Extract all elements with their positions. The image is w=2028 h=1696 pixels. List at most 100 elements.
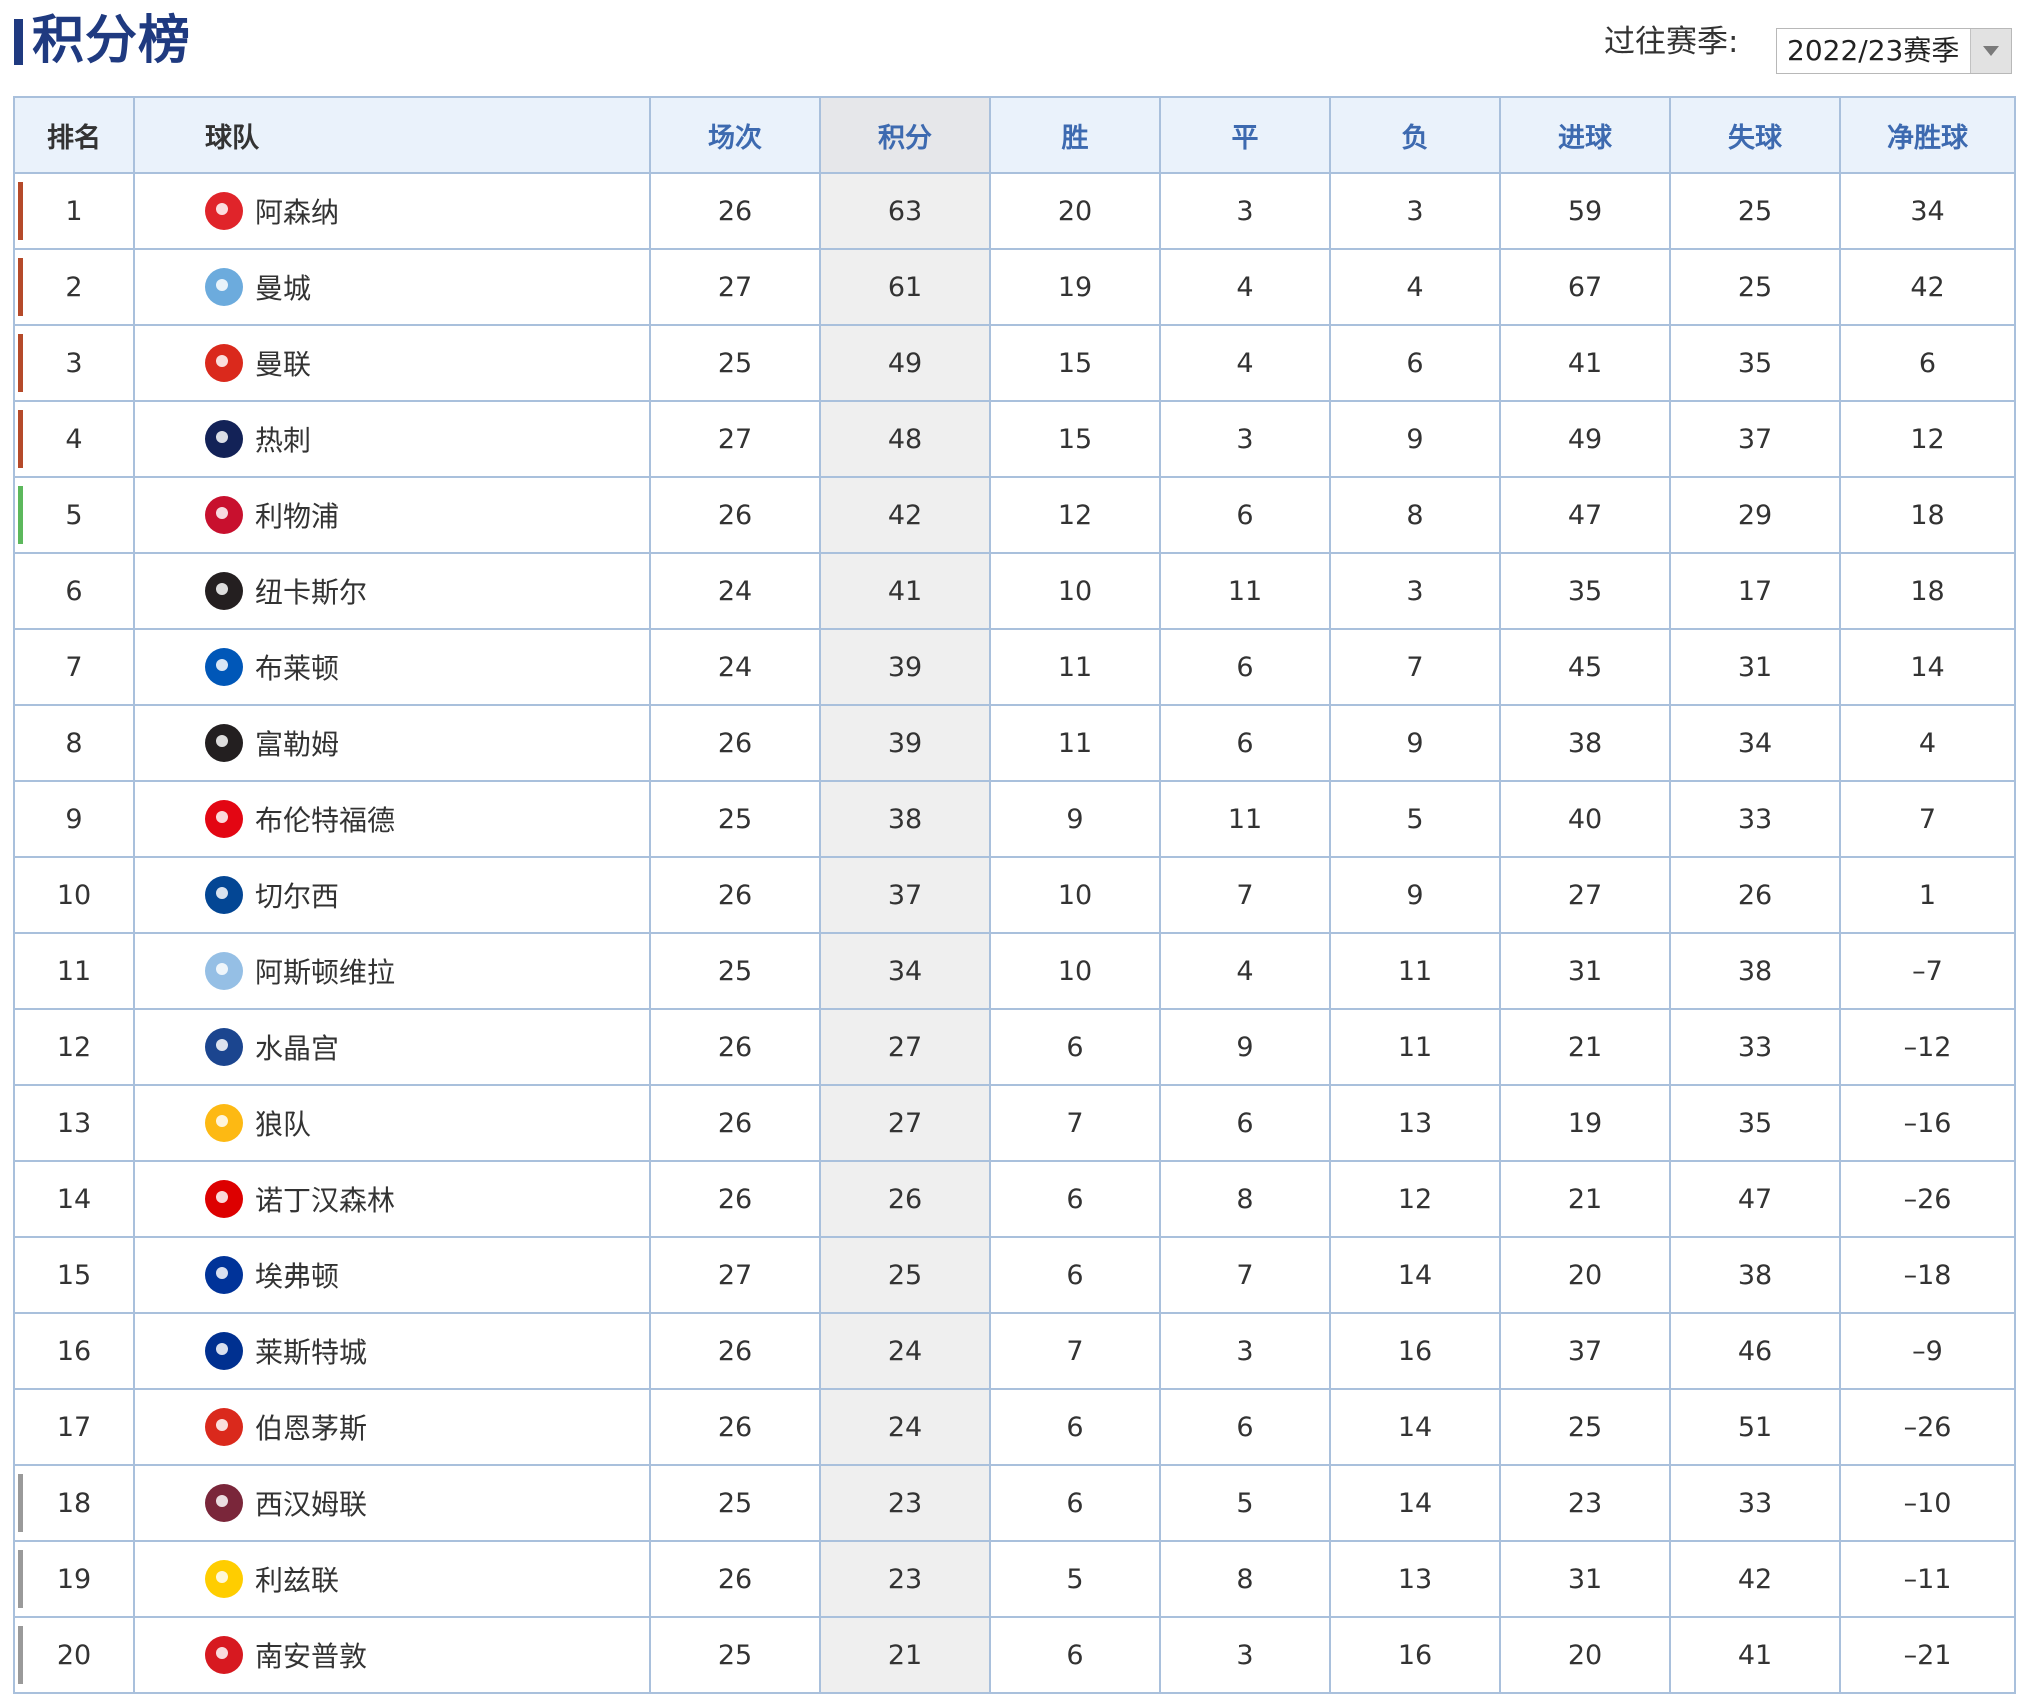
table-row: 1 阿森纳 26 63 20 3 3 59 25 34	[13, 172, 2016, 250]
cell-team[interactable]: 布莱顿	[133, 628, 651, 706]
cell-played: 25	[649, 1464, 821, 1542]
cell-played: 26	[649, 172, 821, 250]
cell-drawn: 9	[1159, 1008, 1331, 1086]
team-name[interactable]: 热刺	[255, 424, 311, 457]
cell-drawn: 5	[1159, 1464, 1331, 1542]
cell-won: 7	[989, 1312, 1161, 1390]
cell-team[interactable]: 莱斯特城	[133, 1312, 651, 1390]
cell-goal-difference: 18	[1839, 476, 2016, 554]
cell-team[interactable]: 曼城	[133, 248, 651, 326]
aston-villa-crest-icon	[205, 952, 243, 990]
team-name[interactable]: 利物浦	[255, 500, 339, 533]
cell-lost: 5	[1329, 780, 1501, 858]
rank-value: 19	[56, 1563, 92, 1595]
col-header-goals-for: 进球	[1499, 96, 1671, 174]
wolves-crest-icon	[205, 1104, 243, 1142]
rank-value: 8	[65, 727, 83, 759]
cell-goals-for: 20	[1499, 1616, 1671, 1694]
col-header-team: 球队	[133, 96, 651, 174]
team-name[interactable]: 狼队	[255, 1108, 311, 1141]
southampton-crest-icon	[205, 1636, 243, 1674]
team-name[interactable]: 阿森纳	[255, 196, 339, 229]
cell-goals-against: 31	[1669, 628, 1841, 706]
cell-team[interactable]: 水晶宫	[133, 1008, 651, 1086]
cell-team[interactable]: 富勒姆	[133, 704, 651, 782]
col-header-goal-difference: 净胜球	[1839, 96, 2016, 174]
cell-goal-difference: –11	[1839, 1540, 2016, 1618]
cell-rank: 17	[13, 1388, 135, 1466]
everton-crest-icon	[205, 1256, 243, 1294]
team-name[interactable]: 富勒姆	[255, 728, 339, 761]
cell-lost: 4	[1329, 248, 1501, 326]
team-name[interactable]: 布莱顿	[255, 652, 339, 685]
team-name[interactable]: 利兹联	[255, 1564, 339, 1597]
team-name[interactable]: 南安普敦	[255, 1640, 367, 1673]
team-name[interactable]: 纽卡斯尔	[255, 576, 367, 609]
cell-won: 6	[989, 1236, 1161, 1314]
rank-value: 3	[65, 347, 83, 379]
cell-team[interactable]: 西汉姆联	[133, 1464, 651, 1542]
cell-won: 6	[989, 1160, 1161, 1238]
cell-team[interactable]: 利兹联	[133, 1540, 651, 1618]
cell-rank: 1	[13, 172, 135, 250]
cell-won: 10	[989, 856, 1161, 934]
cell-team[interactable]: 伯恩茅斯	[133, 1388, 651, 1466]
cell-goal-difference: 34	[1839, 172, 2016, 250]
cell-goals-for: 21	[1499, 1008, 1671, 1086]
team-name[interactable]: 西汉姆联	[255, 1488, 367, 1521]
cell-played: 26	[649, 856, 821, 934]
cell-goal-difference: –26	[1839, 1388, 2016, 1466]
nottingham-forest-crest-icon	[205, 1180, 243, 1218]
cell-points: 25	[819, 1236, 991, 1314]
season-select[interactable]: 2022/23赛季	[1776, 28, 2012, 74]
cell-lost: 8	[1329, 476, 1501, 554]
cell-goals-against: 38	[1669, 1236, 1841, 1314]
cell-lost: 14	[1329, 1464, 1501, 1542]
cell-team[interactable]: 纽卡斯尔	[133, 552, 651, 630]
team-name[interactable]: 埃弗顿	[255, 1260, 339, 1293]
cell-team[interactable]: 利物浦	[133, 476, 651, 554]
cell-team[interactable]: 曼联	[133, 324, 651, 402]
table-row: 18 西汉姆联 25 23 6 5 14 23 33 –10	[13, 1464, 2016, 1542]
col-header-rank: 排名	[13, 96, 135, 174]
cell-lost: 14	[1329, 1388, 1501, 1466]
cell-goals-for: 25	[1499, 1388, 1671, 1466]
cell-team[interactable]: 布伦特福德	[133, 780, 651, 858]
team-name[interactable]: 曼城	[255, 272, 311, 305]
team-name[interactable]: 水晶宫	[255, 1032, 339, 1065]
standings-header: 积分榜 过往赛季: 2022/23赛季	[0, 0, 2028, 96]
cell-played: 27	[649, 248, 821, 326]
cell-team[interactable]: 埃弗顿	[133, 1236, 651, 1314]
col-header-goals-against: 失球	[1669, 96, 1841, 174]
team-name[interactable]: 莱斯特城	[255, 1336, 367, 1369]
cell-team[interactable]: 切尔西	[133, 856, 651, 934]
cell-won: 7	[989, 1084, 1161, 1162]
cell-played: 26	[649, 1540, 821, 1618]
team-name[interactable]: 阿斯顿维拉	[255, 956, 395, 989]
team-name[interactable]: 诺丁汉森林	[255, 1184, 395, 1217]
cell-goals-for: 40	[1499, 780, 1671, 858]
team-name[interactable]: 伯恩茅斯	[255, 1412, 367, 1445]
cell-rank: 16	[13, 1312, 135, 1390]
team-name[interactable]: 曼联	[255, 348, 311, 381]
cell-team[interactable]: 热刺	[133, 400, 651, 478]
cell-drawn: 7	[1159, 856, 1331, 934]
cell-won: 6	[989, 1388, 1161, 1466]
cell-team[interactable]: 阿森纳	[133, 172, 651, 250]
cell-played: 25	[649, 932, 821, 1010]
cell-goals-for: 45	[1499, 628, 1671, 706]
cell-team[interactable]: 阿斯顿维拉	[133, 932, 651, 1010]
table-row: 10 切尔西 26 37 10 7 9 27 26 1	[13, 856, 2016, 934]
cell-goal-difference: –16	[1839, 1084, 2016, 1162]
team-name[interactable]: 布伦特福德	[255, 804, 395, 837]
cell-goal-difference: –18	[1839, 1236, 2016, 1314]
cell-team[interactable]: 南安普敦	[133, 1616, 651, 1694]
rank-value: 20	[56, 1639, 92, 1671]
season-dropdown-button[interactable]	[1970, 29, 2011, 73]
leeds-crest-icon	[205, 1560, 243, 1598]
cell-drawn: 3	[1159, 1312, 1331, 1390]
cell-team[interactable]: 狼队	[133, 1084, 651, 1162]
cell-points: 24	[819, 1388, 991, 1466]
cell-team[interactable]: 诺丁汉森林	[133, 1160, 651, 1238]
team-name[interactable]: 切尔西	[255, 880, 339, 913]
